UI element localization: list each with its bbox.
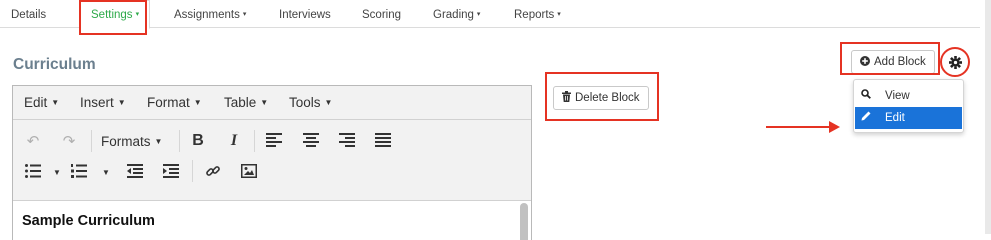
caret-down-icon: ▼	[117, 98, 126, 107]
tab-grading[interactable]: Grading ▾	[433, 0, 480, 28]
align-center-icon[interactable]	[302, 133, 320, 150]
menu-label: Edit	[24, 95, 48, 110]
caret-down-icon: ▾	[242, 11, 247, 18]
align-right-icon[interactable]	[338, 133, 356, 150]
caret-down-icon[interactable]: ▼	[52, 165, 62, 181]
tab-scoring[interactable]: Scoring	[362, 0, 401, 28]
tab-label: Scoring	[362, 9, 401, 21]
dropdown-item-label: Edit	[885, 112, 905, 124]
delete-block-highlight	[545, 72, 659, 121]
menu-table[interactable]: Table ▼	[224, 95, 268, 110]
dropdown-item-edit[interactable]: Edit	[855, 107, 962, 129]
block-actions-dropdown: View Edit	[853, 79, 964, 133]
tab-details[interactable]: Details	[11, 0, 46, 28]
menu-label: Insert	[80, 95, 114, 110]
dropdown-item-label: View	[885, 90, 910, 102]
scroll-gutter	[985, 0, 991, 234]
caret-down-icon: ▼	[154, 137, 163, 146]
undo-icon[interactable]: ↶	[24, 134, 42, 150]
settings-tab-highlight	[79, 0, 147, 35]
bold-icon[interactable]: B	[190, 133, 206, 149]
tab-interviews[interactable]: Interviews	[279, 0, 331, 28]
menu-label: Format	[147, 95, 190, 110]
numbered-list-icon[interactable]	[70, 164, 88, 181]
caret-down-icon: ▼	[324, 98, 333, 107]
annotation-arrow-head	[829, 121, 840, 133]
annotation-arrow	[766, 126, 836, 128]
caret-down-icon: ▼	[193, 98, 202, 107]
editor-toolbar: ↶ ↷ Formats ▼ B I ▼ ▼	[13, 120, 531, 188]
toolbar-separator	[192, 160, 193, 182]
gear-icon	[949, 56, 962, 69]
toolbar-separator	[179, 130, 180, 152]
formats-dropdown[interactable]: Formats ▼	[101, 134, 162, 150]
tab-label: Assignments	[174, 9, 240, 21]
tab-label: Reports	[514, 9, 555, 21]
indent-icon[interactable]	[162, 164, 180, 181]
formats-label: Formats	[101, 134, 151, 149]
caret-down-icon: ▾	[476, 11, 481, 18]
caret-down-icon: ▼	[260, 98, 269, 107]
align-justify-icon[interactable]	[374, 133, 392, 150]
toolbar-separator	[91, 130, 92, 152]
editor-scrollbar[interactable]	[520, 203, 528, 240]
add-block-highlight	[840, 42, 940, 75]
dropdown-item-view[interactable]: View	[855, 85, 962, 107]
italic-icon[interactable]: I	[226, 133, 242, 149]
caret-down-icon[interactable]: ▼	[101, 165, 111, 181]
editor-menubar: Edit ▼ Insert ▼ Format ▼ Table ▼ Tools ▼	[13, 86, 531, 120]
menu-format[interactable]: Format ▼	[147, 95, 202, 110]
tab-label: Interviews	[279, 9, 331, 21]
menu-edit[interactable]: Edit ▼	[24, 95, 59, 110]
toolbar-separator	[254, 130, 255, 152]
caret-down-icon: ▼	[51, 98, 60, 107]
bullet-list-icon[interactable]	[24, 164, 42, 181]
tab-reports[interactable]: Reports ▾	[514, 0, 561, 28]
rich-text-editor: Edit ▼ Insert ▼ Format ▼ Table ▼ Tools ▼ ↶ ↷ …	[12, 85, 532, 240]
image-icon[interactable]	[240, 164, 258, 181]
caret-down-icon: ▾	[557, 11, 561, 18]
content-heading: Sample Curriculum	[22, 213, 155, 229]
menu-tools[interactable]: Tools ▼	[289, 95, 332, 110]
redo-icon[interactable]: ↷	[60, 134, 78, 150]
search-icon	[861, 85, 871, 107]
settings-gear-button[interactable]	[940, 47, 970, 77]
align-left-icon[interactable]	[265, 133, 283, 150]
tab-label: Details	[11, 9, 47, 21]
link-icon[interactable]	[204, 163, 222, 182]
tab-bar: Details Settings ▾ Assignments ▾ Interview…	[0, 0, 980, 29]
menu-label: Tools	[289, 95, 321, 110]
menu-label: Table	[224, 95, 257, 110]
tab-assignments[interactable]: Assignments ▾	[174, 0, 246, 28]
tab-label: Grading	[433, 9, 474, 21]
menu-insert[interactable]: Insert ▼	[80, 95, 126, 110]
outdent-icon[interactable]	[126, 164, 144, 181]
editor-content-area[interactable]: Sample Curriculum	[13, 200, 531, 240]
pencil-icon	[861, 107, 871, 129]
page-title: Curriculum	[13, 56, 96, 73]
